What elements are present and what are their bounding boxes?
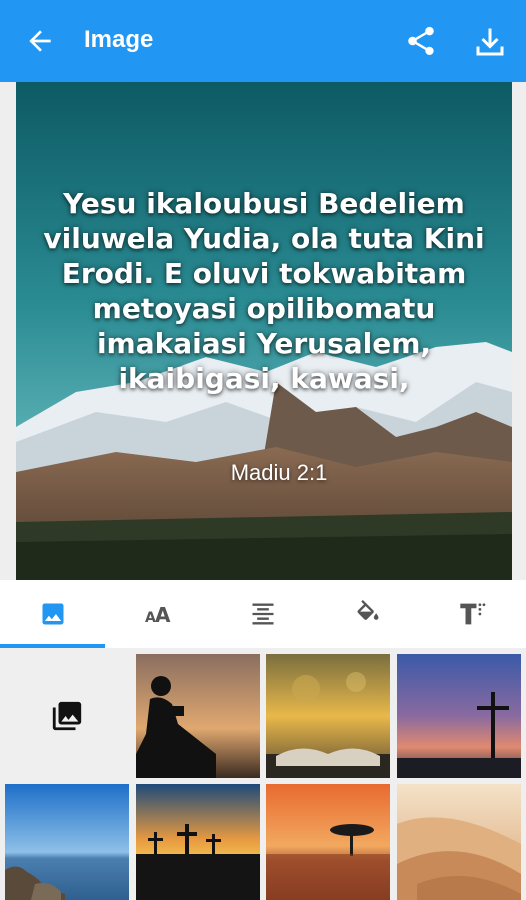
tab-text-style[interactable] — [421, 580, 526, 648]
tab-alignment[interactable] — [210, 580, 315, 648]
font-size-icon: A A — [145, 603, 171, 627]
tab-image[interactable] — [0, 580, 106, 648]
download-icon[interactable] — [472, 24, 508, 60]
photo-library-icon — [52, 701, 82, 731]
arrow-back-icon[interactable] — [24, 25, 56, 57]
app-bar: Image — [0, 0, 526, 82]
thumbnail-cross-dusk[interactable] — [397, 654, 521, 778]
thumbnail-savanna-tree[interactable] — [266, 784, 390, 900]
verse-image-preview: Yesu ikaloubusi Bedeliem viluwela Yudia,… — [16, 82, 512, 580]
tab-font-size[interactable]: A A — [105, 580, 210, 648]
tab-color[interactable] — [316, 580, 421, 648]
gallery-picker-button[interactable] — [5, 654, 129, 778]
verse-reference: Madiu 2:1 — [230, 460, 328, 485]
thumbnail-open-bible[interactable] — [266, 654, 390, 778]
text-style-icon — [460, 603, 486, 625]
editor-tabs: A A — [0, 580, 526, 648]
align-center-icon — [252, 603, 274, 625]
image-icon — [42, 603, 64, 625]
verse-text: Yesu ikaloubusi Bedeliem viluwela Yudia,… — [43, 187, 485, 395]
thumbnail-lake-rocks[interactable] — [5, 784, 129, 900]
paint-bucket-icon — [357, 600, 379, 620]
svg-text:A: A — [155, 603, 171, 627]
share-icon[interactable] — [404, 24, 438, 58]
thumbnail-desert-dunes[interactable] — [397, 784, 521, 900]
background-grid — [0, 648, 526, 900]
thumbnail-three-crosses[interactable] — [136, 784, 260, 900]
page-title: Image — [84, 26, 154, 53]
preview-area: Yesu ikaloubusi Bedeliem viluwela Yudia,… — [0, 82, 526, 580]
thumbnail-person-reading[interactable] — [136, 654, 260, 778]
